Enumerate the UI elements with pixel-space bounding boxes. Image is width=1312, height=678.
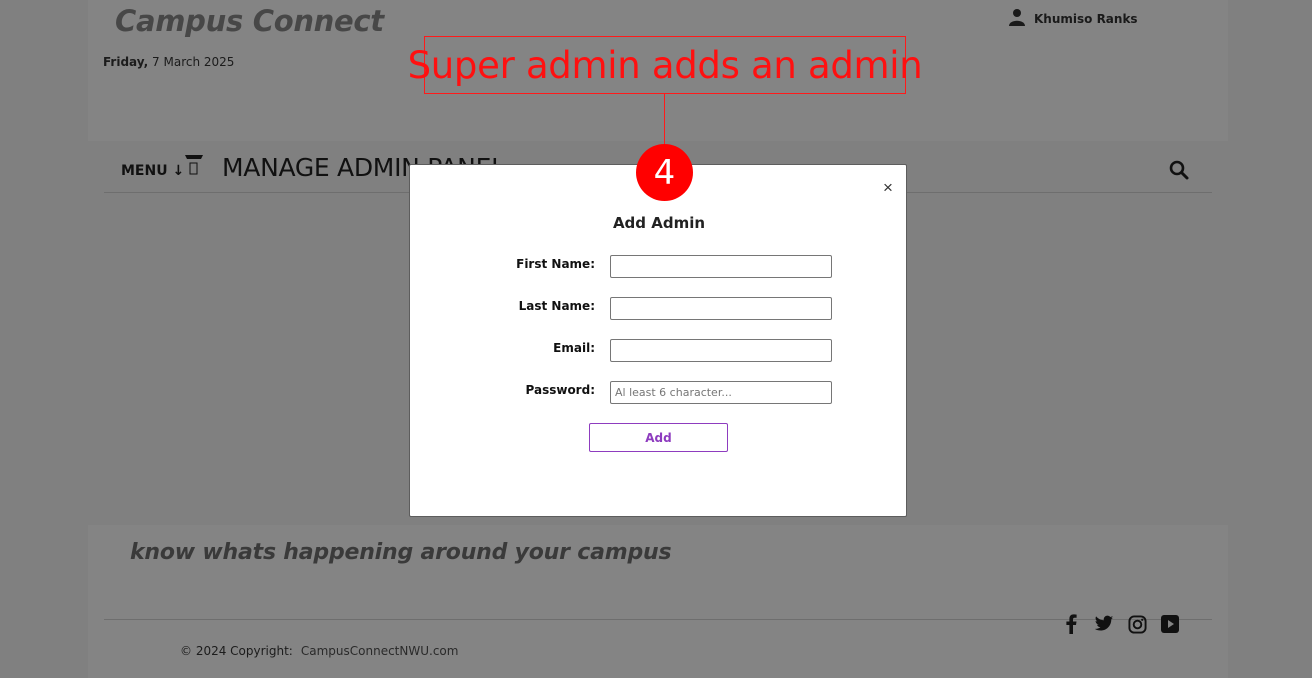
email-input[interactable]: [610, 339, 832, 362]
step-number-badge: 4: [636, 144, 693, 201]
user-icon: [1008, 8, 1026, 29]
copyright-label: © 2024 Copyright:: [180, 644, 293, 658]
copyright: © 2024 Copyright: CampusConnectNWU.com: [180, 644, 458, 658]
first-name-label: First Name:: [516, 257, 595, 271]
email-label: Email:: [553, 341, 595, 355]
add-admin-modal: × Add Admin First Name: Last Name: Email…: [409, 164, 907, 517]
social-links: [1060, 612, 1181, 636]
footer-divider: [104, 619, 1212, 620]
site-logo[interactable]: Campus Connect: [115, 4, 384, 38]
footer-tagline: know whats happening around your campus: [130, 540, 672, 565]
date-text: 7 March 2025: [148, 55, 235, 69]
user-name: Khumiso Ranks: [1034, 11, 1138, 26]
current-date: Friday, 7 March 2025: [103, 55, 234, 69]
filter-icon[interactable]: [184, 154, 204, 178]
facebook-icon[interactable]: [1060, 612, 1082, 636]
last-name-label: Last Name:: [518, 299, 595, 313]
annotation-connector: [664, 94, 665, 146]
user-profile[interactable]: Khumiso Ranks: [1008, 8, 1138, 29]
add-button[interactable]: Add: [589, 423, 728, 452]
twitter-icon[interactable]: [1093, 612, 1115, 636]
site-link[interactable]: CampusConnectNWU.com: [301, 644, 459, 658]
youtube-icon[interactable]: [1159, 612, 1181, 636]
modal-title: Add Admin: [612, 214, 706, 232]
last-name-input[interactable]: [610, 297, 832, 320]
search-icon[interactable]: [1168, 159, 1190, 181]
menu-button[interactable]: MENU ↓: [121, 163, 184, 179]
close-icon[interactable]: ×: [883, 178, 893, 198]
password-input[interactable]: [610, 381, 832, 404]
date-day: Friday,: [103, 55, 149, 69]
annotation-caption: Super admin adds an admin: [408, 36, 923, 94]
password-label: Password:: [525, 383, 596, 397]
first-name-input[interactable]: [610, 255, 832, 278]
instagram-icon[interactable]: [1126, 612, 1148, 636]
